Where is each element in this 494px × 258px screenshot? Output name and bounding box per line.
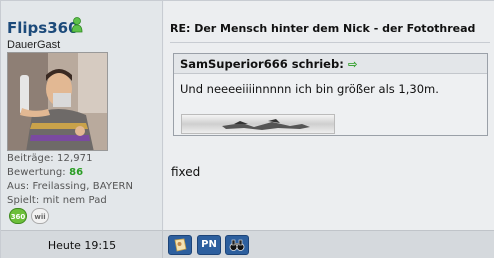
post-footer: Heute 19:15 PN <box>1 230 494 258</box>
quote-jump-arrow-icon[interactable]: ⇨ <box>348 57 358 71</box>
stat-posts: Beiträge: 12,971 <box>7 153 93 164</box>
search-user-button[interactable] <box>225 235 249 255</box>
user-rank: DauerGast <box>7 39 61 51</box>
stat-location: Aus: Freilassing, BAYERN <box>7 181 134 192</box>
xbox360-badge-icon: 360 <box>9 208 27 224</box>
quote-header: SamSuperior666 schrieb: ⇨ <box>174 54 487 74</box>
quote-box: SamSuperior666 schrieb: ⇨ Und neeeeiiiin… <box>173 53 488 136</box>
user-avatar[interactable] <box>7 52 108 151</box>
message-panel: RE: Der Mensch hinter dem Nick - der Fot… <box>164 1 494 230</box>
avatar-image <box>8 53 107 150</box>
stat-reputation: Bewertung: 86 <box>7 167 84 178</box>
binoculars-icon <box>229 239 245 251</box>
footer-left: Heute 19:15 <box>1 231 163 258</box>
profile-button[interactable] <box>168 235 192 255</box>
title-divider <box>170 42 490 43</box>
quote-image-content <box>222 119 310 130</box>
pn-button[interactable]: PN <box>197 235 221 255</box>
post-time: Heute 19:15 <box>47 239 117 252</box>
online-status-icon <box>71 17 83 33</box>
pn-label: PN <box>201 239 217 250</box>
forum-post: Flips360 DauerGast Beiträge: 12,971 Bewe… <box>0 0 494 258</box>
user-info-panel: Flips360 DauerGast Beiträge: 12,971 Bewe… <box>1 1 163 230</box>
quote-text: Und neeeeiiiinnnnn ich bin größer als 1,… <box>180 82 439 96</box>
username-link[interactable]: Flips360 <box>7 19 79 37</box>
profile-card-icon <box>174 238 187 252</box>
quote-author: SamSuperior666 schrieb: ⇨ <box>180 57 358 71</box>
post-message: fixed <box>171 165 201 179</box>
quote-image[interactable] <box>181 114 335 134</box>
wii-badge-icon: wii <box>31 208 49 224</box>
stat-plays: Spielt: mit nem Pad <box>7 195 107 206</box>
post-title: RE: Der Mensch hinter dem Nick - der Fot… <box>170 22 476 35</box>
